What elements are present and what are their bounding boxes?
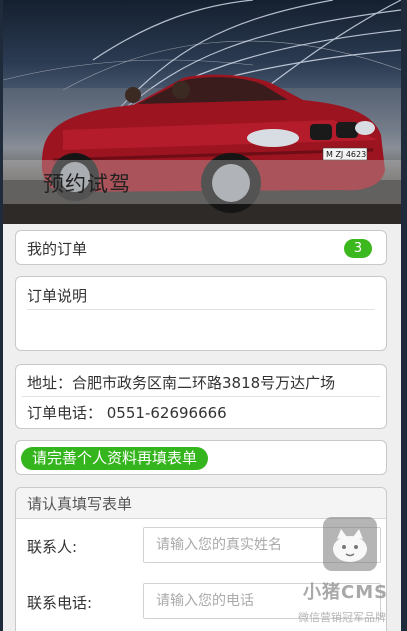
hero-banner: M ZJ 4623 预约试驾 [3, 0, 401, 224]
address-text: 地址：合肥市政务区南二环路3818号万达广场 [27, 374, 336, 392]
hero-title-bar: 预约试驾 [3, 160, 401, 204]
contact-card: 地址：合肥市政务区南二环路3818号万达广场 订单电话： 0551-626966… [15, 364, 387, 429]
complete-profile-button[interactable]: 请完善个人资料再填表单 [21, 447, 209, 470]
form-header: 请认真填写表单 [16, 488, 386, 519]
page-title: 预约试驾 [43, 172, 131, 196]
my-orders-row[interactable]: 我的订单 3 [15, 230, 387, 265]
form-header-title: 请认真填写表单 [27, 495, 133, 513]
contact-divider [22, 396, 380, 397]
watermark-brand: 小猪CMS [303, 582, 389, 603]
contact-name-label: 联系人: [27, 538, 78, 556]
license-plate: M ZJ 4623 [326, 150, 366, 159]
profile-prompt-card: 请完善个人资料再填表单 [15, 440, 387, 475]
orders-count-badge: 3 [344, 239, 372, 258]
app-frame: M ZJ 4623 预约试驾 我的订单 3 订单说明 地址：合肥市政务区南二环路… [3, 0, 401, 631]
order-notes-divider [27, 309, 375, 310]
pig-logo-icon [323, 517, 377, 571]
contact-phone-label: 联系电话: [27, 594, 93, 612]
watermark-tagline: 微信营销冠军品牌 [298, 611, 386, 624]
phone-link[interactable]: 订单电话： 0551-62696666 [27, 402, 227, 423]
my-orders-label: 我的订单 [27, 240, 88, 258]
order-notes-label: 订单说明 [27, 287, 88, 305]
order-notes-card: 订单说明 [15, 276, 387, 351]
